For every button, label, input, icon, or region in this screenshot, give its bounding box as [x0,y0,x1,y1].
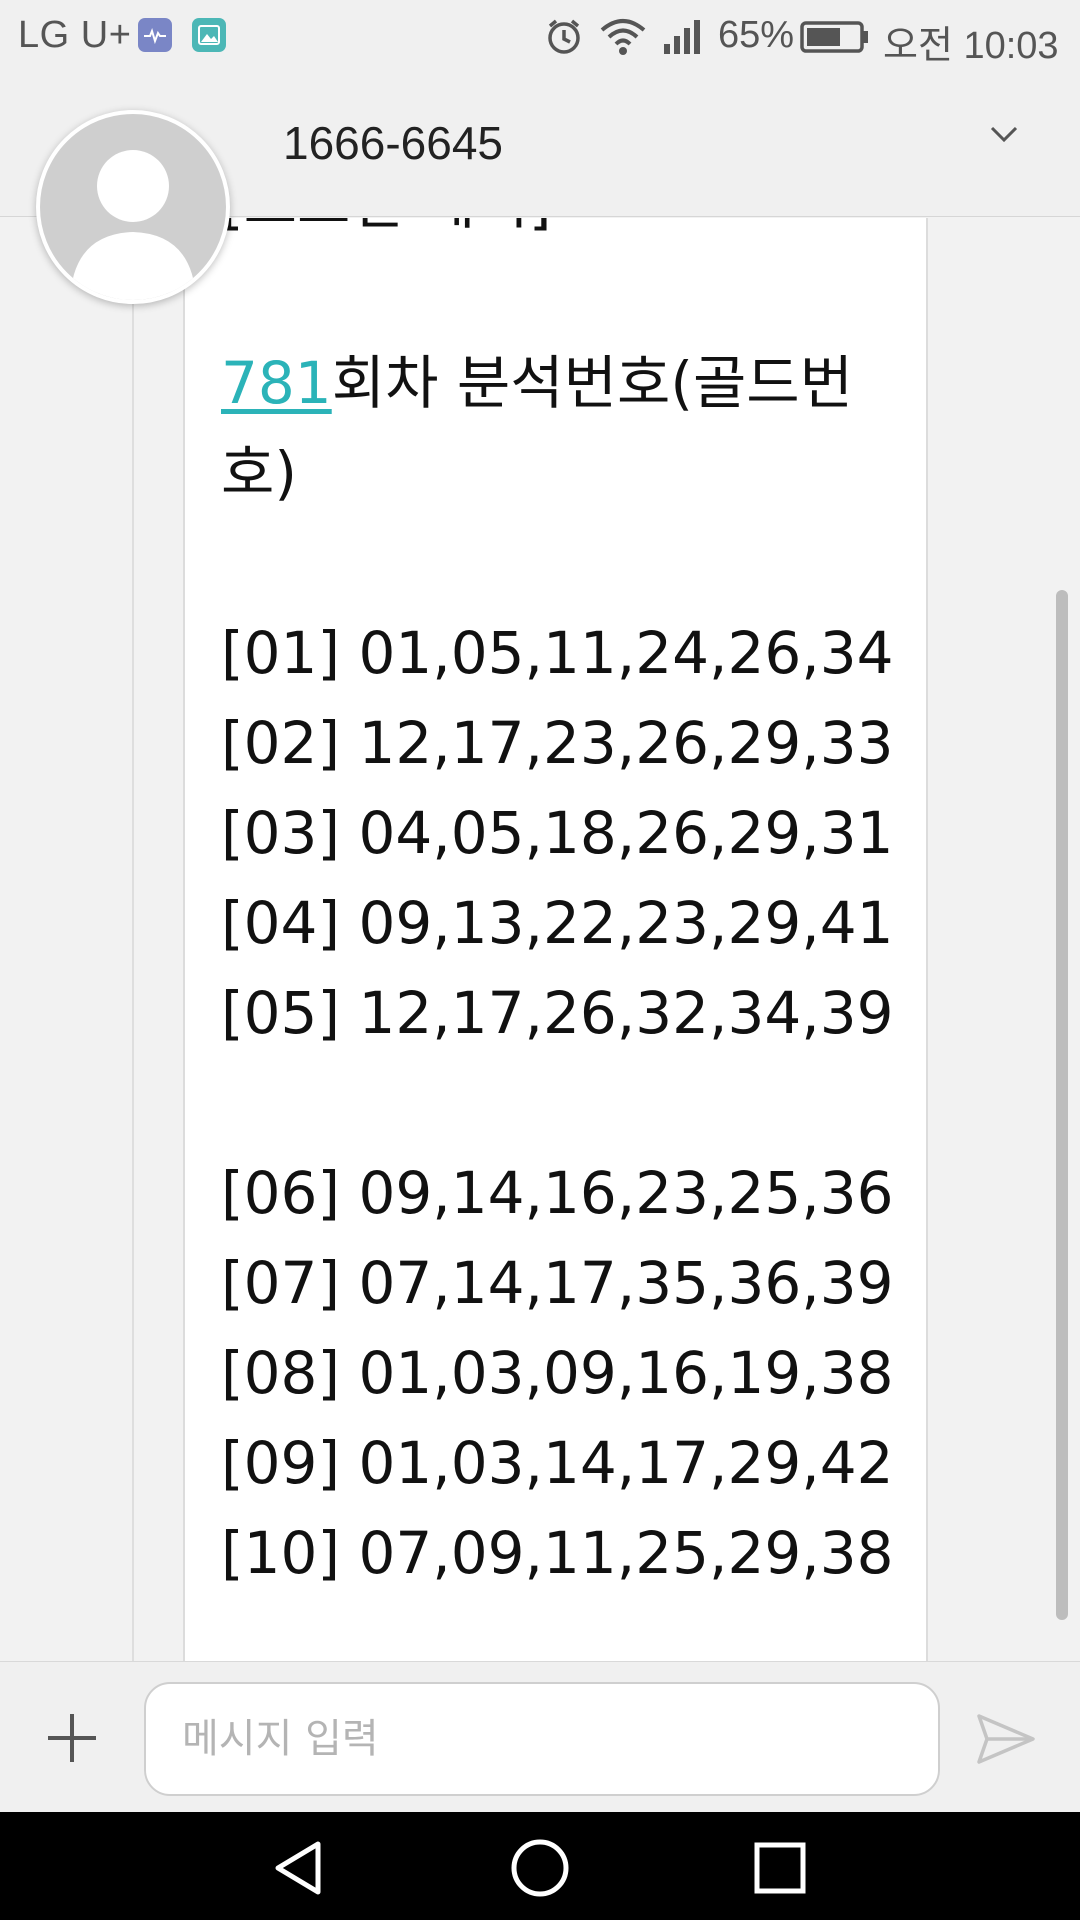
health-app-icon [138,18,172,52]
plus-icon[interactable] [44,1710,100,1766]
gallery-app-icon [192,18,226,52]
thread-divider [132,218,134,1661]
number-line: [03] 04,05,18,26,29,31 [221,799,894,867]
recents-icon[interactable] [748,1836,812,1900]
number-line: [08] 01,03,09,16,19,38 [221,1339,894,1407]
home-icon[interactable] [508,1836,572,1900]
number-line: [05] 12,17,26,32,34,39 [221,979,894,1047]
number-line: [09] 01,03,14,17,29,42 [221,1429,894,1497]
round-title-continued: 호) [221,439,297,507]
number-line: [10] 07,09,11,25,29,38 [221,1519,894,1587]
message-input[interactable] [144,1682,940,1796]
person-silhouette-icon [70,150,196,300]
wifi-icon [598,16,648,66]
number-line: [06] 09,14,16,23,25,36 [221,1159,894,1227]
contact-name: 1666-6645 [283,117,503,169]
back-icon[interactable] [268,1836,332,1900]
message-composer [0,1661,1080,1812]
round-number-link[interactable]: 781 [221,349,332,417]
battery-icon [800,20,870,64]
contact-avatar[interactable] [36,110,230,304]
battery-percent: 65% [718,14,795,56]
carrier-label: LG U+ [18,14,132,56]
number-line: [04] 09,13,22,23,29,41 [221,889,894,957]
chevron-down-icon[interactable] [982,112,1026,156]
message-body: [로또번 제시] 781회차 분석번호(골드번 호) [01] 01,05,11… [221,218,894,1598]
number-line: [01] 01,05,11,24,26,34 [221,619,894,687]
send-icon[interactable] [975,1710,1037,1768]
message-thread[interactable]: [로또번 제시] 781회차 분석번호(골드번 호) [01] 01,05,11… [0,218,1080,1661]
number-line: [02] 12,17,23,26,29,33 [221,709,894,777]
scrollbar[interactable] [1056,590,1068,1620]
number-line: [07] 07,14,17,35,36,39 [221,1249,894,1317]
status-bar: LG U+ 65% 오전 10:03 [0,0,1080,72]
system-nav-bar [0,1812,1080,1920]
signal-icon [662,16,708,66]
clock: 오전 10:03 [883,25,1059,67]
round-title-text: 회차 분석번호(골드번 [331,349,854,417]
alarm-icon [544,16,584,66]
message-clipped-line: [로또번 제시] [221,218,894,248]
message-bubble[interactable]: [로또번 제시] 781회차 분석번호(골드번 호) [01] 01,05,11… [183,218,928,1661]
round-title: 781회차 분석번호(골드번 [221,338,894,428]
